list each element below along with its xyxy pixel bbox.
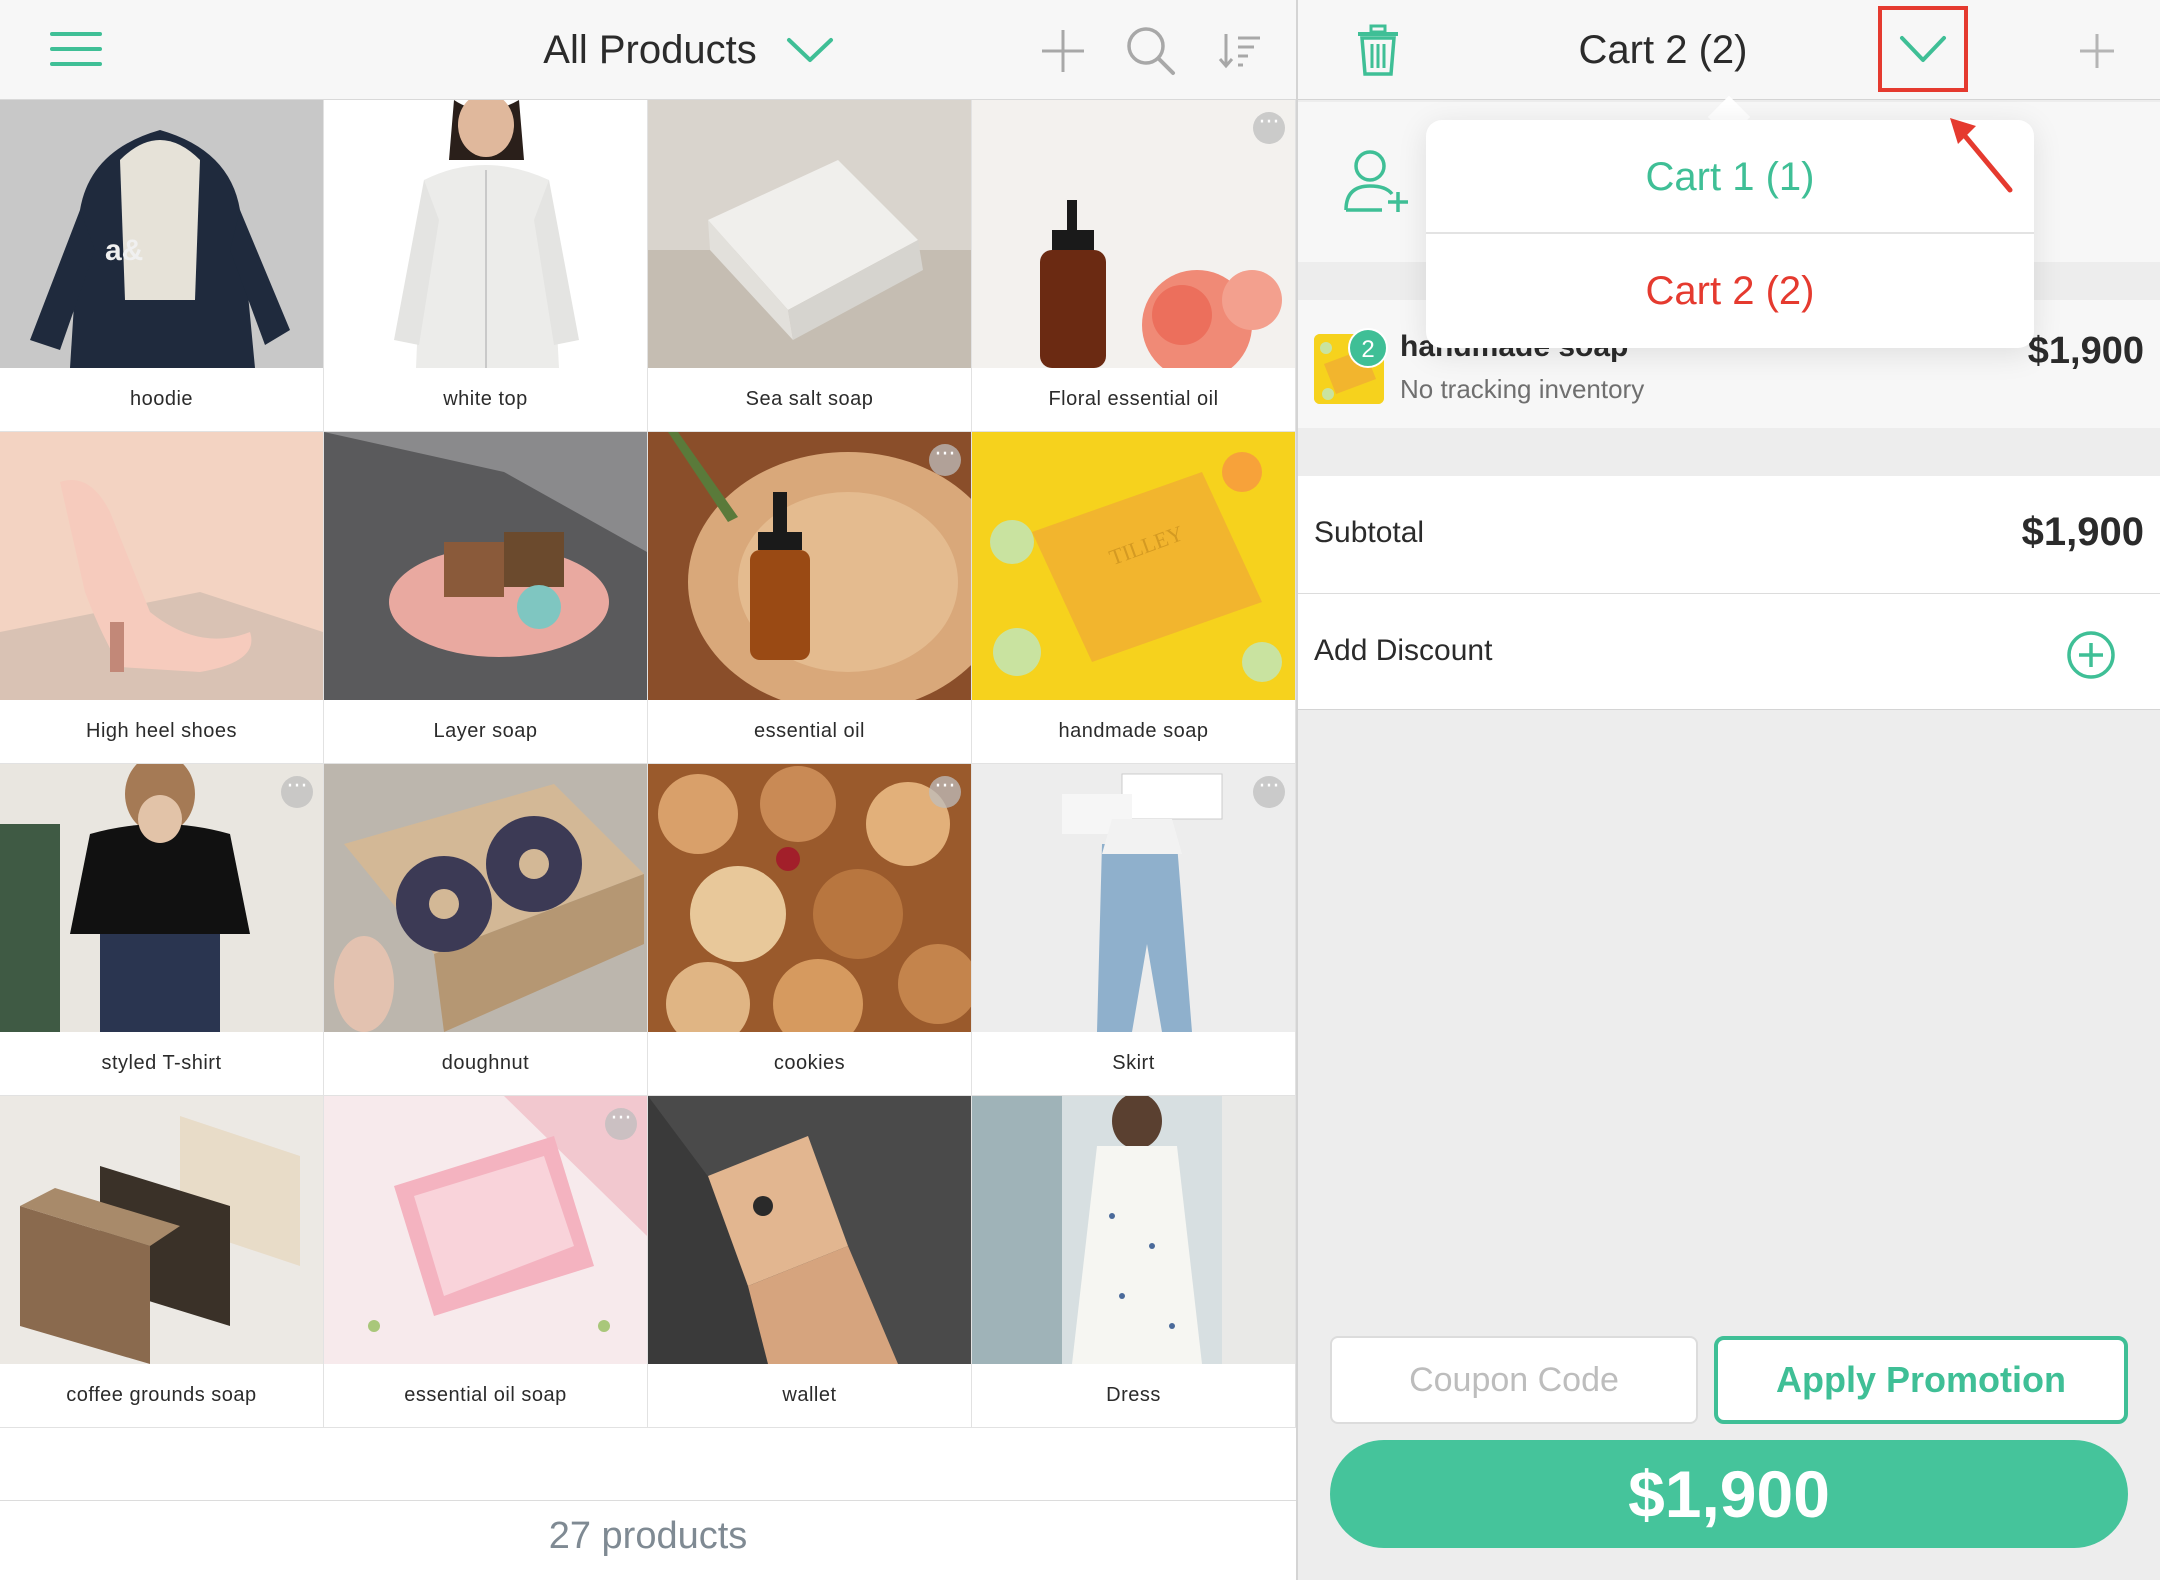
product-name: Dress [1106, 1384, 1161, 1406]
product-tile[interactable]: ··· Floral essential oil [972, 100, 1296, 432]
product-name: Sea salt soap [745, 388, 874, 410]
add-cart-icon[interactable] [2078, 32, 2116, 70]
cart-switcher-dropdown: Cart 1 (1) Cart 2 (2) [1426, 120, 2034, 348]
product-tile[interactable]: ··· Skirt [972, 764, 1296, 1096]
subtotal-value: $1,900 [2021, 510, 2144, 554]
product-name: Skirt [1112, 1052, 1155, 1074]
product-photo [0, 1096, 323, 1364]
product-tile[interactable]: doughnut [324, 764, 648, 1096]
product-name: coffee grounds soap [66, 1384, 257, 1406]
coupon-code-input[interactable] [1330, 1336, 1698, 1424]
dropdown-item-cart-1[interactable]: Cart 1 (1) [1426, 120, 2034, 234]
apply-promotion-button[interactable]: Apply Promotion [1714, 1336, 2128, 1424]
product-panel: All Products a& hoodie white top Sea sal… [0, 0, 1296, 1580]
product-name: white top [443, 388, 528, 410]
product-photo: ··· [648, 432, 971, 700]
cart-switcher-button[interactable] [1878, 6, 1968, 92]
hamburger-menu-icon[interactable] [50, 32, 102, 68]
product-photo [0, 432, 323, 700]
more-options-icon[interactable]: ··· [281, 776, 313, 808]
more-options-icon[interactable]: ··· [1253, 776, 1285, 808]
trash-icon[interactable] [1356, 24, 1400, 76]
subtotal-label: Subtotal [1314, 516, 1425, 549]
product-header: All Products [0, 0, 1296, 100]
more-options-icon[interactable]: ··· [605, 1108, 637, 1140]
product-count: 27 products [548, 1515, 748, 1557]
product-footer: 27 products [0, 1500, 1296, 1580]
product-tile[interactable]: Dress [972, 1096, 1296, 1428]
product-photo: ··· [324, 1096, 647, 1364]
more-options-icon[interactable]: ··· [929, 444, 961, 476]
product-name: Floral essential oil [1048, 388, 1219, 410]
svg-text:a&: a& [105, 234, 143, 267]
pos-screen: All Products a& hoodie white top Sea sal… [0, 0, 2160, 1580]
add-discount-row[interactable]: Add Discount [1298, 594, 2160, 710]
product-tile[interactable]: wallet [648, 1096, 972, 1428]
more-options-icon[interactable]: ··· [1253, 112, 1285, 144]
product-name: wallet [782, 1384, 837, 1406]
product-tile[interactable]: white top [324, 100, 648, 432]
product-tile[interactable]: ··· cookies [648, 764, 972, 1096]
product-name: Layer soap [433, 720, 538, 742]
product-name: High heel shoes [86, 720, 237, 742]
checkout-pay-button[interactable]: $1,900 [1330, 1440, 2128, 1548]
cart-item-inventory-note: No tracking inventory [1400, 374, 1645, 404]
subtotal-row: Subtotal $1,900 [1298, 476, 2160, 594]
product-photo: ··· [972, 764, 1295, 1032]
product-photo [648, 100, 971, 368]
product-tile[interactable]: ··· essential oil [648, 432, 972, 764]
product-photo: ··· [972, 100, 1295, 368]
dropdown-item-cart-2[interactable]: Cart 2 (2) [1426, 234, 2034, 348]
add-product-icon[interactable] [1040, 28, 1086, 74]
sort-icon[interactable] [1218, 30, 1262, 70]
product-photo: a& [0, 100, 323, 368]
search-icon[interactable] [1124, 24, 1176, 76]
cart-item-price: $1,900 [2027, 330, 2144, 372]
product-tile[interactable]: TILLEY handmade soap [972, 432, 1296, 764]
product-tile[interactable]: Sea salt soap [648, 100, 972, 432]
product-photo [324, 764, 647, 1032]
chevron-down-icon[interactable] [785, 30, 835, 70]
product-photo: ··· [648, 764, 971, 1032]
add-discount-label: Add Discount [1314, 634, 1493, 667]
more-options-icon[interactable]: ··· [929, 776, 961, 808]
product-photo: TILLEY [972, 432, 1295, 700]
cart-title[interactable]: Cart 2 (2) [1548, 24, 1778, 76]
cart-header: Cart 2 (2) [1298, 0, 2160, 100]
product-tile[interactable]: Layer soap [324, 432, 648, 764]
product-name: handmade soap [1058, 720, 1209, 742]
product-photo: ··· [0, 764, 323, 1032]
quantity-badge: 2 [1348, 328, 1388, 368]
product-name: cookies [773, 1052, 846, 1074]
product-tile[interactable]: a& hoodie [0, 100, 324, 432]
product-photo [324, 432, 647, 700]
product-name: doughnut [441, 1052, 530, 1074]
category-title[interactable]: All Products [500, 24, 800, 76]
product-tile[interactable]: coffee grounds soap [0, 1096, 324, 1428]
add-discount-icon[interactable] [2066, 630, 2116, 680]
product-name: hoodie [129, 388, 194, 410]
product-tile[interactable]: High heel shoes [0, 432, 324, 764]
product-tile[interactable]: ··· styled T-shirt [0, 764, 324, 1096]
product-photo [972, 1096, 1295, 1364]
product-grid: a& hoodie white top Sea salt soap ··· Fl… [0, 100, 1296, 1500]
product-photo [648, 1096, 971, 1364]
product-name: styled T-shirt [101, 1052, 222, 1074]
add-customer-icon[interactable] [1342, 148, 1412, 214]
product-photo [324, 100, 647, 368]
chevron-down-icon [1900, 36, 1946, 62]
annotation-arrow-icon [1950, 118, 2013, 193]
product-name: essential oil soap [404, 1384, 567, 1406]
product-name: essential oil [753, 720, 865, 742]
product-tile[interactable]: ··· essential oil soap [324, 1096, 648, 1428]
